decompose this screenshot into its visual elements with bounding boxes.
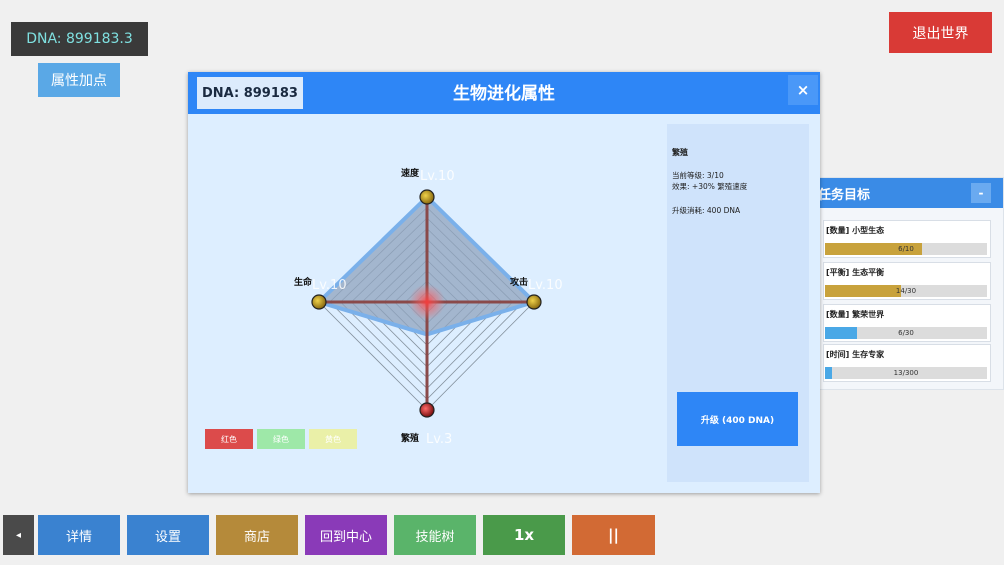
legend-red[interactable]: 红色 [205,429,253,449]
radar-node[interactable] [311,294,327,310]
task-progress-bar: 6/30 [825,327,987,339]
radar-level-label: Lv.10 [528,278,563,293]
dna-counter: DNA: 899183.3 [11,22,148,56]
skill-tree-button[interactable]: 技能树 [394,515,476,555]
task-progress-bar: 14/30 [825,285,987,297]
radar-node[interactable] [526,294,542,310]
attribute-points-button[interactable]: 属性加点 [38,63,120,97]
task-collapse-button[interactable]: - [971,183,991,203]
task-count: 6/30 [898,329,914,337]
task-name: [时间] 生存专家 [826,350,885,359]
info-current-level: 当前等级: 3/10 [672,171,724,180]
toolbar-collapse-button[interactable]: ◂ [3,515,34,555]
center-glow [409,284,445,320]
close-icon[interactable]: × [788,75,818,105]
info-effect: 效果: +30% 繁殖速度 [672,182,748,191]
upgrade-button[interactable]: 升级 (400 DNA) [677,392,798,446]
task-progress-bar: 6/10 [825,243,987,255]
task-count: 6/10 [898,245,914,253]
task-item: [数量] 繁荣世界 6/30 [823,304,991,342]
dialog-title: 生物进化属性 [453,84,555,104]
task-name: [数量] 小型生态 [826,226,885,235]
radar-level-label: Lv.3 [426,432,452,447]
task-progress-bar: 13/300 [825,367,987,379]
return-center-button[interactable]: 回到中心 [305,515,387,555]
details-button[interactable]: 详情 [38,515,120,555]
exit-world-button[interactable]: 退出世界 [889,12,992,53]
task-item: [平衡] 生态平衡 14/30 [823,262,991,300]
radar-attribute-label: 繁殖 [400,432,419,444]
task-panel-title: 任务目标 [818,187,871,203]
info-attribute-name: 繁殖 [672,148,688,157]
task-name: [数量] 繁荣世界 [826,310,885,319]
task-count: 14/30 [895,287,917,295]
radar-attribute-label: 生命 [294,276,313,288]
info-cost: 升级消耗: 400 DNA [672,206,741,215]
radar-level-label: Lv.10 [420,169,455,184]
dialog-header: DNA: 899183 生物进化属性 × [188,72,820,114]
legend-green[interactable]: 绿色 [257,429,305,449]
pause-button[interactable]: || [572,515,655,555]
radar-node[interactable] [419,189,435,205]
shop-button[interactable]: 商店 [216,515,298,555]
radar-attribute-label: 攻击 [510,276,528,288]
radar-attribute-label: 速度 [401,167,420,179]
task-panel: 任务目标 - [数量] 小型生态 6/10 [平衡] 生态平衡 14/30 [数量] 繁… [812,177,1004,390]
speed-button[interactable]: 1x [483,515,565,555]
task-name: [平衡] 生态平衡 [826,268,885,277]
task-item: [数量] 小型生态 6/10 [823,220,991,258]
radar-level-label: Lv.10 [312,278,347,293]
attribute-info-panel: 繁殖 当前等级: 3/10 效果: +30% 繁殖速度 升级消耗: 400 DN… [667,124,809,482]
task-panel-header: 任务目标 - [813,178,1003,208]
evolution-attributes-dialog: DNA: 899183 生物进化属性 × 速度 Lv.10 攻击 Lv.10 繁殖 Lv.… [188,72,820,493]
task-item: [时间] 生存专家 13/300 [823,344,991,382]
legend-yellow[interactable]: 黄色 [309,429,357,449]
radar-node[interactable] [419,402,435,418]
settings-button[interactable]: 设置 [127,515,209,555]
task-count: 13/300 [893,369,919,377]
